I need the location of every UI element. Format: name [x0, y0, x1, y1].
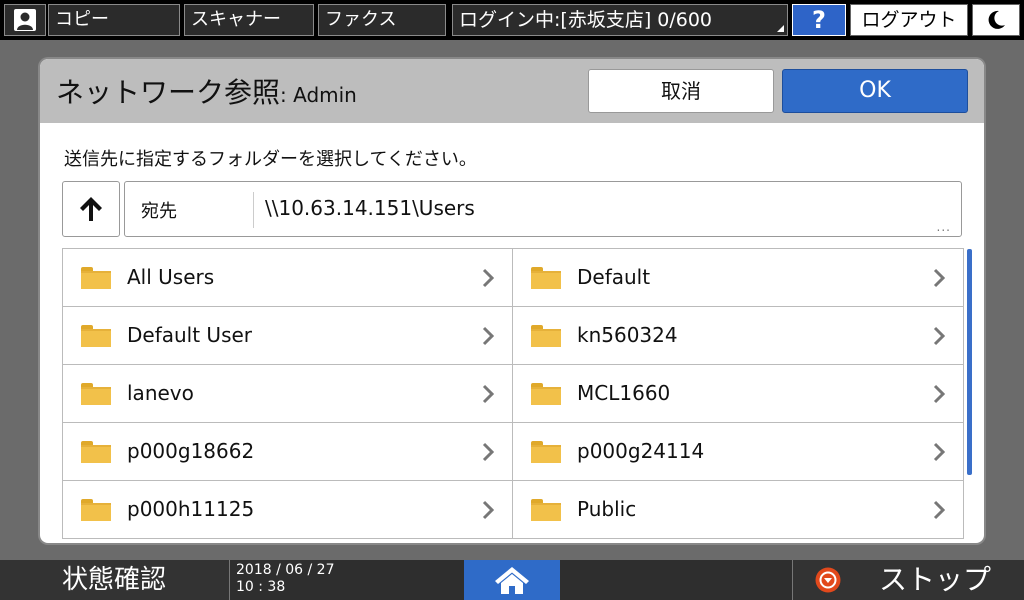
folder-icon	[81, 325, 111, 347]
folder-name: Public	[577, 497, 637, 521]
folder-name: Default	[577, 265, 651, 289]
chevron-right-icon	[482, 326, 494, 346]
destination-path-field[interactable]: 宛先 \\10.63.14.151\Users ...	[124, 181, 962, 237]
folder-item[interactable]: All Users	[62, 249, 513, 307]
folder-name: p000h11125	[127, 497, 255, 521]
datetime: 2018 / 06 / 27 10 : 38	[236, 562, 335, 596]
folder-item[interactable]: Public	[513, 481, 964, 539]
folder-icon	[531, 383, 561, 405]
home-button[interactable]	[464, 560, 560, 600]
folder-icon	[531, 325, 561, 347]
copy-tab[interactable]: コピー	[48, 4, 180, 36]
stop-button[interactable]: ストップ	[792, 560, 1024, 600]
folder-name: kn560324	[577, 323, 678, 347]
folder-item[interactable]: MCL1660	[513, 365, 964, 423]
chevron-right-icon	[933, 268, 945, 288]
chevron-right-icon	[482, 500, 494, 520]
folder-list[interactable]: All Users Default Default User kn560324 lane…	[62, 248, 964, 543]
chevron-right-icon	[482, 268, 494, 288]
sleep-button[interactable]	[972, 4, 1020, 36]
user-icon	[14, 9, 36, 31]
user-button[interactable]	[4, 4, 46, 36]
folder-name: p000g18662	[127, 439, 255, 463]
folder-icon	[81, 441, 111, 463]
folder-row: p000h11125 Public	[62, 481, 964, 539]
folder-icon	[531, 499, 561, 521]
folder-row: p000g18662 p000g24114	[62, 423, 964, 481]
dialog-header: ネットワーク参照: Admin 取消 OK	[40, 59, 984, 123]
folder-item[interactable]: p000h11125	[62, 481, 513, 539]
folder-icon	[81, 267, 111, 289]
folder-item[interactable]: p000g18662	[62, 423, 513, 481]
stop-icon	[815, 567, 841, 593]
scanner-tab[interactable]: スキャナー	[184, 4, 314, 36]
folder-name: MCL1660	[577, 381, 671, 405]
folder-item[interactable]: p000g24114	[513, 423, 964, 481]
folder-icon	[81, 383, 111, 405]
folder-row: Default User kn560324	[62, 307, 964, 365]
home-icon	[495, 567, 529, 594]
chevron-right-icon	[933, 500, 945, 520]
moon-icon	[988, 10, 1005, 29]
folder-icon	[81, 499, 111, 521]
destination-path-value: \\10.63.14.151\Users	[265, 196, 475, 220]
folder-item[interactable]: Default	[513, 249, 964, 307]
folder-icon	[531, 267, 561, 289]
dialog-title-user: : Admin	[280, 83, 357, 107]
status-check-button[interactable]: 状態確認	[0, 560, 230, 600]
top-bar: コピー スキャナー ファクス ログイン中:[赤坂支店] 0/600 ? ログアウ…	[0, 0, 1024, 40]
dialog-title: ネットワーク参照: Admin	[56, 71, 357, 111]
folder-item[interactable]: lanevo	[62, 365, 513, 423]
folder-item[interactable]: kn560324	[513, 307, 964, 365]
date-text: 2018 / 06 / 27	[236, 562, 335, 578]
arrow-up-icon	[80, 197, 102, 221]
stop-label: ストップ	[879, 563, 992, 596]
folder-row: lanevo MCL1660	[62, 365, 964, 423]
ok-button[interactable]: OK	[782, 69, 968, 113]
cancel-button[interactable]: 取消	[588, 69, 774, 113]
network-browse-dialog: ネットワーク参照: Admin 取消 OK 送信先に指定するフォルダーを選択して…	[40, 59, 984, 543]
help-button[interactable]: ?	[792, 4, 846, 36]
folder-icon	[531, 441, 561, 463]
login-status-text: ログイン中:[赤坂支店] 0/600	[459, 9, 713, 31]
dialog-title-main: ネットワーク参照	[56, 76, 281, 109]
more-icon: ...	[936, 220, 951, 234]
folder-name: Default User	[127, 323, 253, 347]
fax-tab[interactable]: ファクス	[318, 4, 446, 36]
folder-list-scrollbar[interactable]	[967, 249, 972, 475]
bottom-bar: 状態確認 2018 / 06 / 27 10 : 38 ストップ	[0, 560, 1024, 600]
folder-item[interactable]: Default User	[62, 307, 513, 365]
chevron-right-icon	[482, 442, 494, 462]
instruction-text: 送信先に指定するフォルダーを選択してください。	[64, 149, 477, 170]
folder-name: lanevo	[127, 381, 194, 405]
chevron-right-icon	[933, 442, 945, 462]
folder-name: p000g24114	[577, 439, 705, 463]
corner-triangle-icon	[777, 25, 784, 32]
path-divider	[253, 192, 254, 228]
time-text: 10 : 38	[236, 579, 286, 595]
folder-row: All Users Default	[62, 249, 964, 307]
chevron-right-icon	[482, 384, 494, 404]
chevron-right-icon	[933, 326, 945, 346]
chevron-right-icon	[933, 384, 945, 404]
destination-label: 宛先	[141, 201, 177, 222]
logout-button[interactable]: ログアウト	[850, 4, 968, 36]
login-status-button[interactable]: ログイン中:[赤坂支店] 0/600	[452, 4, 788, 36]
folder-name: All Users	[127, 265, 215, 289]
parent-folder-button[interactable]	[62, 181, 120, 237]
